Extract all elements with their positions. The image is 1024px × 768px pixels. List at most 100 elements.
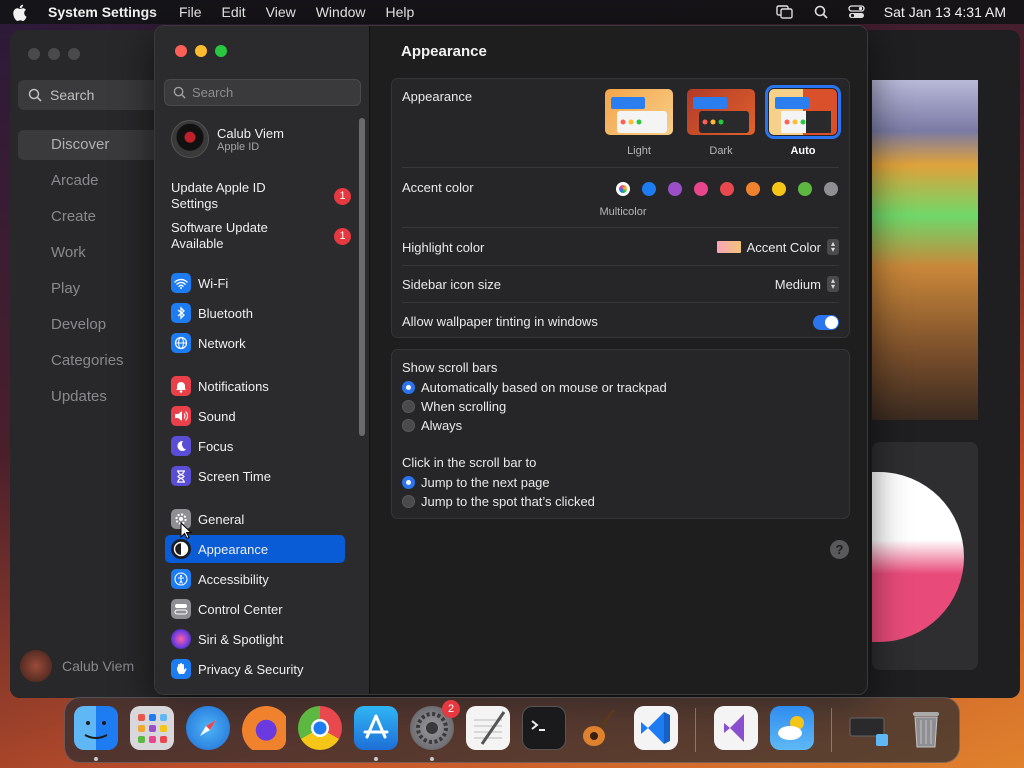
dock: 2 [64,697,960,763]
dock-visual-studio-icon[interactable] [714,706,758,750]
app-name-menu[interactable]: System Settings [48,4,157,20]
zoom-button[interactable] [215,45,227,57]
dock-notification-badge: 2 [442,700,460,718]
sidebar-item-sound[interactable]: Sound [165,402,345,430]
radio-label: Jump to the spot that’s clicked [421,494,595,509]
sidebar-item-label: Siri & Spotlight [198,631,284,647]
radio-label: When scrolling [421,399,507,414]
dock-textedit-icon[interactable] [466,706,510,750]
hourglass-icon [171,466,191,486]
sidebar-item-privacy-security[interactable]: Privacy & Security [165,655,345,683]
menu-file[interactable]: File [179,4,202,20]
sidebar-item-accessibility[interactable]: Accessibility [165,565,345,593]
accent-swatch-yellow[interactable] [772,182,786,196]
dock-app-store-icon[interactable] [354,706,398,750]
menu-view[interactable]: View [266,4,296,20]
appearance-icon [171,539,191,559]
sidebar-item-label: Control Center [198,601,283,617]
scroll-bars-option-automatic[interactable]: Automatically based on mouse or trackpad [402,380,667,395]
search-input[interactable] [192,85,352,100]
menubar-clock[interactable]: Sat Jan 13 4:31 AM [884,4,1006,20]
dock-weather-icon[interactable] [770,706,814,750]
sidebar-item-network[interactable]: Network [165,329,345,357]
background-nav-work[interactable]: Work [18,238,168,274]
background-search-field[interactable]: Search [18,80,168,110]
background-nav-develop[interactable]: Develop [18,310,168,346]
menu-bar: System Settings File Edit View Window He… [0,0,1024,24]
sidebar-icon-size-popup[interactable]: Medium ▴ ▾ [775,276,839,292]
accent-swatch-red[interactable] [720,182,734,196]
accent-swatch-orange[interactable] [746,182,760,196]
dock-garageband-icon[interactable] [578,706,622,750]
background-user-name: Calub Viem [62,658,135,674]
sidebar-scrollbar[interactable] [359,118,365,436]
dock-separator [831,708,832,752]
menu-edit[interactable]: Edit [222,4,246,20]
accent-swatch-pink[interactable] [694,182,708,196]
background-app-card[interactable] [872,442,978,670]
accent-swatch-blue[interactable] [642,182,656,196]
highlight-color-popup[interactable]: Accent Color ▴ ▾ [716,239,839,255]
show-scroll-bars-label: Show scroll bars [402,360,498,375]
appearance-option-light[interactable] [605,89,673,135]
screen-mirroring-icon[interactable] [776,5,794,19]
background-nav-discover[interactable]: Discover [18,130,168,160]
wallpaper-tinting-toggle[interactable] [813,315,839,330]
dock-chrome-icon[interactable] [298,706,342,750]
dock-firefox-icon[interactable] [242,706,286,750]
menu-window[interactable]: Window [316,4,366,20]
sidebar-item-screen-time[interactable]: Screen Time [165,462,345,490]
background-nav-play[interactable]: Play [18,274,168,310]
dock-vscode-icon[interactable] [634,706,678,750]
close-button[interactable] [175,45,187,57]
appearance-option-auto-label: Auto [790,145,816,157]
click-scroll-option-next-page[interactable]: Jump to the next page [402,475,550,490]
appearance-option-dark[interactable] [687,89,755,135]
dock-downloads-stack-icon[interactable] [848,706,892,750]
dock-trash-icon[interactable] [904,706,948,750]
background-nav-categories[interactable]: Categories [18,346,168,382]
notice-label: Update Apple ID Settings [171,180,266,211]
background-nav-create[interactable]: Create [18,202,168,238]
radio-selected-icon [402,381,415,394]
menu-help[interactable]: Help [386,4,415,20]
spotlight-search-icon[interactable] [812,5,830,19]
settings-content: Appearance Appearance Light Dark Auto Ac… [371,26,867,694]
accent-swatch-multicolor[interactable] [616,182,630,196]
sidebar-item-control-center[interactable]: Control Center [165,595,345,623]
dock-terminal-icon[interactable] [522,706,566,750]
scroll-bars-option-always[interactable]: Always [402,418,462,433]
background-nav-updates[interactable]: Updates [18,382,168,418]
sidebar-item-wifi[interactable]: Wi-Fi [165,269,345,297]
notice-software-update[interactable]: Software Update Available 1 [171,220,351,252]
appearance-option-auto[interactable] [765,85,841,139]
apple-menu-icon[interactable] [12,4,30,21]
help-button[interactable]: ? [830,540,849,559]
minimize-button[interactable] [195,45,207,57]
click-scroll-bar-label: Click in the scroll bar to [402,455,537,470]
sidebar-item-bluetooth[interactable]: Bluetooth [165,299,345,327]
sidebar-item-general[interactable]: General [165,505,345,533]
control-center-icon[interactable] [848,5,866,19]
sidebar-item-label: General [198,511,245,527]
apple-id-profile[interactable]: Calub Viem Apple ID [171,120,284,158]
sidebar-item-siri-spotlight[interactable]: Siri & Spotlight [165,625,345,653]
background-user-account[interactable]: Calub Viem [20,650,134,682]
accent-swatch-purple[interactable] [668,182,682,196]
accent-swatch-green[interactable] [798,182,812,196]
avatar [171,120,209,158]
accent-swatch-graphite[interactable] [824,182,838,196]
sidebar-item-notifications[interactable]: Notifications [165,372,345,400]
sidebar-search-field[interactable] [164,79,361,106]
background-featured-artwork[interactable] [872,80,978,420]
dock-safari-icon[interactable] [186,706,230,750]
sidebar-item-focus[interactable]: Focus [165,432,345,460]
dock-finder-icon[interactable] [74,706,118,750]
sidebar-item-appearance[interactable]: Appearance [165,535,345,563]
scroll-bars-option-when-scrolling[interactable]: When scrolling [402,399,506,414]
notice-update-apple-id[interactable]: Update Apple ID Settings 1 [171,180,351,212]
background-nav-arcade[interactable]: Arcade [18,166,168,202]
dock-launchpad-icon[interactable] [130,706,174,750]
sidebar-item-label: Appearance [198,541,269,557]
click-scroll-option-spot-clicked[interactable]: Jump to the spot that’s clicked [402,494,595,509]
